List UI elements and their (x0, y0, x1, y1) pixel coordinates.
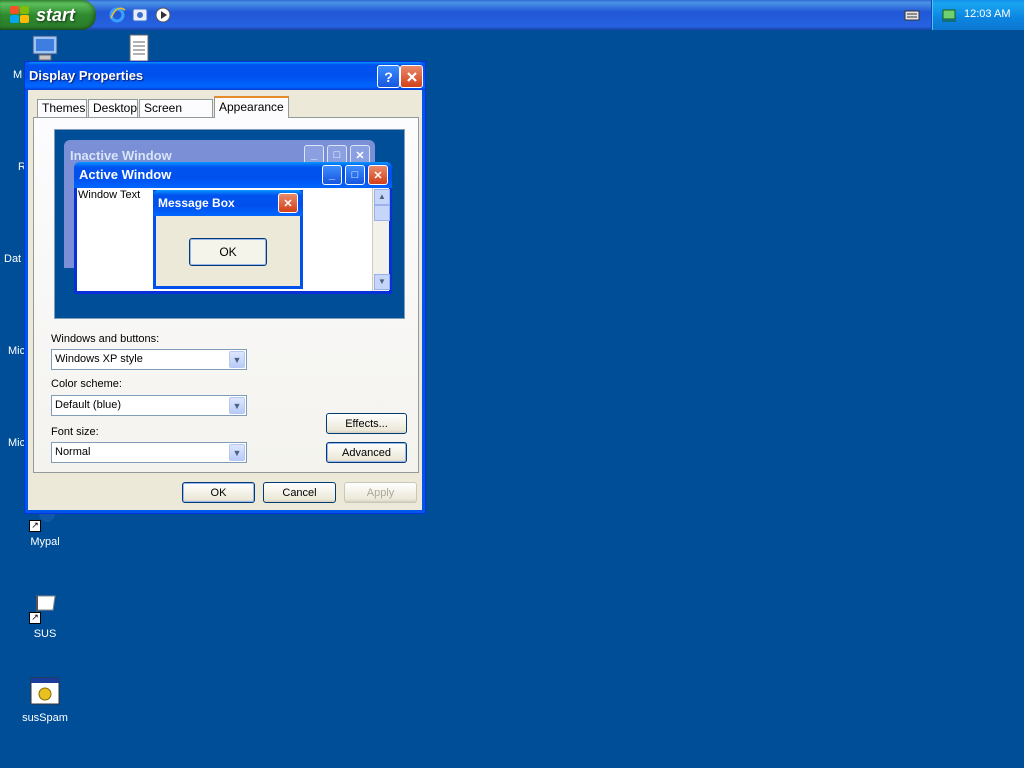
advanced-button[interactable]: Advanced (326, 442, 407, 463)
preview-inactive-title: Inactive Window (70, 148, 172, 163)
sus-icon: ↗ (29, 592, 61, 624)
scroll-thumb (374, 205, 390, 221)
system-tray: 12:03 AM (931, 0, 1024, 30)
font-size-value: Normal (55, 446, 91, 458)
desktop-icon-susspam[interactable]: susSpam (10, 676, 80, 724)
desktop-icon-sus[interactable]: ↗ SUS (10, 592, 80, 640)
help-button[interactable]: ? (377, 65, 400, 88)
preview-ok-button: OK (189, 238, 267, 266)
color-scheme-value: Default (blue) (55, 399, 122, 411)
color-scheme-label: Color scheme: (51, 378, 122, 390)
preview-scrollbar: ▲ ▼ (372, 188, 390, 291)
keyboard-icon[interactable] (903, 6, 921, 24)
preview-window-text: Window Text (78, 189, 141, 201)
desktop-label-partial: Mic (8, 437, 26, 449)
tab-themes[interactable]: Themes (37, 99, 87, 117)
outlook-express-icon[interactable] (131, 6, 149, 24)
scroll-down-icon: ▼ (374, 274, 390, 290)
effects-button[interactable]: Effects... (326, 413, 407, 434)
windows-buttons-label: Windows and buttons: (51, 333, 160, 345)
help-icon: ? (384, 68, 393, 85)
tab-screen-saver[interactable]: Screen Saver (139, 99, 213, 132)
desktop-icon-label: Mypal (30, 536, 60, 548)
windows-buttons-value: Windows XP style (55, 353, 143, 365)
scroll-up-icon: ▲ (374, 189, 390, 205)
preview-active-titlebar: Active Window _ □ ✕ (74, 162, 392, 188)
apply-button: Apply (344, 482, 417, 503)
preview-message-titlebar: Message Box ✕ (153, 190, 303, 216)
network-icon[interactable] (940, 6, 958, 24)
preview-active-title: Active Window (79, 167, 172, 182)
windows-logo-icon (10, 6, 30, 24)
maximize-icon: □ (345, 165, 365, 185)
desktop-icon-label: susSpam (22, 712, 68, 724)
dialog-body: Themes Desktop Screen Saver Appearance I… (29, 90, 421, 509)
display-properties-dialog: Display Properties ? Themes Desktop Scre… (24, 61, 426, 514)
tab-desktop[interactable]: Desktop (88, 99, 138, 117)
appearance-preview: Inactive Window _ □ ✕ Active Window _ □ … (54, 129, 405, 319)
close-icon: ✕ (278, 193, 298, 213)
shortcut-arrow-icon: ↗ (29, 612, 41, 624)
shortcut-arrow-icon: ↗ (29, 520, 41, 532)
close-button[interactable] (400, 65, 423, 88)
desktop-label-partial: M (13, 69, 23, 81)
desktop-label-partial: Mic (8, 345, 26, 357)
start-button[interactable]: start (0, 0, 96, 30)
media-player-icon[interactable] (154, 6, 172, 24)
desktop-icon-label: SUS (33, 628, 57, 640)
font-size-label: Font size: (51, 426, 99, 438)
susspam-icon (29, 676, 61, 708)
ok-button[interactable]: OK (182, 482, 255, 503)
desktop-label-partial: Dat (4, 253, 22, 265)
preview-message-title: Message Box (158, 196, 235, 210)
clock[interactable]: 12:03 AM (964, 8, 1010, 20)
chevron-down-icon[interactable]: ▼ (229, 351, 245, 368)
chevron-down-icon[interactable]: ▼ (229, 397, 245, 414)
appearance-panel: Inactive Window _ □ ✕ Active Window _ □ … (33, 117, 419, 473)
cancel-button[interactable]: Cancel (263, 482, 336, 503)
close-icon (406, 71, 417, 82)
minimize-icon: _ (322, 165, 342, 185)
color-scheme-select[interactable]: Default (blue) ▼ (51, 395, 247, 416)
font-size-select[interactable]: Normal ▼ (51, 442, 247, 463)
start-label: start (36, 4, 76, 25)
internet-explorer-icon[interactable] (108, 6, 126, 24)
close-icon: ✕ (368, 165, 388, 185)
dialog-title: Display Properties (29, 68, 144, 83)
dialog-title-bar[interactable]: Display Properties ? (25, 62, 425, 90)
chevron-down-icon[interactable]: ▼ (229, 444, 245, 461)
tab-appearance[interactable]: Appearance (214, 96, 289, 118)
taskbar: start 12:03 AM (0, 0, 1024, 30)
windows-buttons-select[interactable]: Windows XP style ▼ (51, 349, 247, 370)
preview-message-box: Message Box ✕ OK (153, 190, 303, 289)
